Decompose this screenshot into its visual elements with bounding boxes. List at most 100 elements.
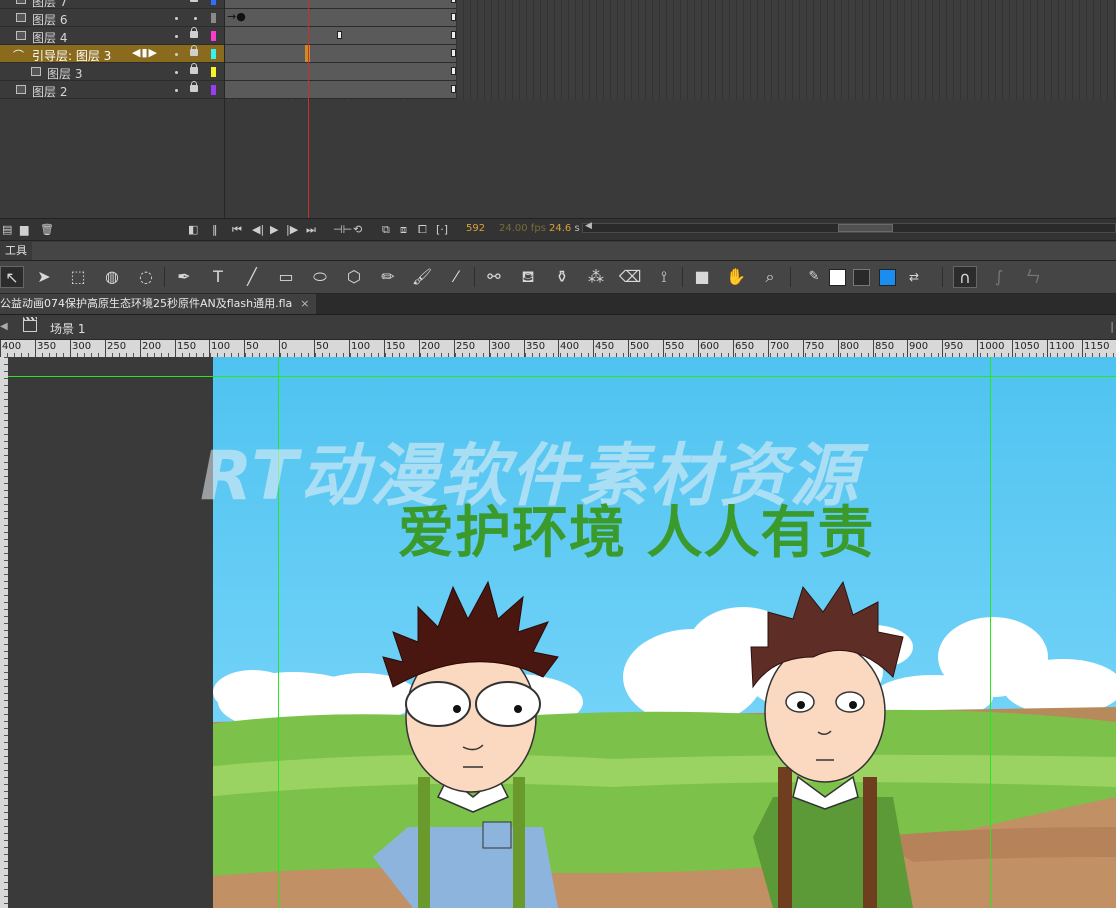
selection-tool-icon[interactable]: ↖ xyxy=(0,266,24,288)
separator xyxy=(682,267,683,287)
lock-icon[interactable] xyxy=(190,81,198,92)
visibility-dot-icon[interactable] xyxy=(175,35,178,38)
layer-depth-icon[interactable]: ‖ xyxy=(212,223,218,236)
layer-color-swatch[interactable] xyxy=(211,13,216,23)
visibility-dot-icon[interactable] xyxy=(175,17,178,20)
current-frame[interactable]: 592 xyxy=(466,223,485,234)
back-arrow-icon[interactable]: ◀ xyxy=(0,321,8,332)
free-transform-tool-icon[interactable]: ⬚ xyxy=(66,266,90,288)
layer-row-2[interactable]: 图层 2 xyxy=(0,81,224,99)
lock-icon[interactable] xyxy=(190,63,198,74)
layer-row-6[interactable]: 图层 6 xyxy=(0,9,224,27)
lock-dot-icon[interactable] xyxy=(194,17,197,20)
edit-multiple-frames-icon[interactable]: ⧠ xyxy=(418,223,427,237)
vertical-ruler[interactable] xyxy=(0,357,8,908)
close-tab-button[interactable]: × xyxy=(300,297,309,310)
layer-color-swatch[interactable] xyxy=(211,31,216,41)
camera-tool-icon[interactable]: ■ xyxy=(690,266,714,288)
smooth-icon[interactable]: ∫ xyxy=(987,266,1011,288)
rectangle-tool-icon[interactable]: ▭ xyxy=(274,266,298,288)
frame-span-layer-4[interactable] xyxy=(225,27,456,45)
ruler-label: 600 xyxy=(700,341,720,352)
frame-span-layer-2[interactable] xyxy=(225,81,456,99)
layer-color-swatch[interactable] xyxy=(211,85,216,95)
frame-span-layer-7[interactable] xyxy=(225,0,456,9)
stroke-color-icon[interactable]: ✎ xyxy=(802,266,826,288)
visibility-dot-icon[interactable] xyxy=(175,53,178,56)
new-folder-icon[interactable]: ▆ xyxy=(20,223,28,236)
layer-color-swatch[interactable] xyxy=(211,0,216,5)
zoom-tool-icon[interactable]: ⌕ xyxy=(758,266,782,288)
bone-tool-icon[interactable]: ⚯ xyxy=(482,266,506,288)
play-icon[interactable]: ▶ xyxy=(270,223,278,236)
eyedropper-tool-icon[interactable]: ⁂ xyxy=(584,266,608,288)
fill-bucket-icon[interactable] xyxy=(853,269,870,286)
paint-bucket-tool-icon[interactable]: ⛾ xyxy=(516,266,540,288)
go-to-last-frame-icon[interactable]: ⏭ xyxy=(306,223,316,237)
width-tool-icon[interactable]: ⟟ xyxy=(652,266,676,288)
lock-icon[interactable] xyxy=(190,0,198,2)
pen-tool-icon[interactable]: ✒ xyxy=(172,266,196,288)
eraser-tool-icon[interactable]: ⌫ xyxy=(618,266,642,288)
swap-colors-icon[interactable]: ⇄ xyxy=(902,266,926,288)
frame-span-layer-3[interactable] xyxy=(225,63,456,81)
layer-row-guide[interactable]: ⌒ 引导层: 图层 3 ◀▮▶ xyxy=(0,45,224,63)
visibility-dot-icon[interactable] xyxy=(175,89,178,92)
frame-span-guide[interactable] xyxy=(225,45,456,63)
timeline-scrollbar[interactable]: ◀ xyxy=(582,221,1116,233)
step-forward-icon[interactable]: |▶ xyxy=(286,223,298,236)
playhead[interactable] xyxy=(308,0,309,218)
lasso-tool-icon[interactable]: ◌ xyxy=(134,266,158,288)
elapsed-time[interactable]: 24.6 s xyxy=(549,223,580,234)
layer-list: 图层 7 图层 6 图层 4 ⌒ 引导层: 图层 3 ◀▮▶ 图层 3 图层 2 xyxy=(0,0,225,218)
paint-brush-tool-icon[interactable]: 🖌 xyxy=(410,266,434,288)
lock-icon[interactable] xyxy=(190,45,198,56)
scene-name[interactable]: 场景 1 xyxy=(50,320,85,337)
onion-skin-icon[interactable]: ⧉ xyxy=(382,223,390,237)
fill-color-swatch[interactable] xyxy=(829,269,846,286)
modify-markers-icon[interactable]: [·] xyxy=(436,223,448,236)
frame-rate[interactable]: 24.00 fps xyxy=(499,223,546,234)
ruler-label: 300 xyxy=(491,341,511,352)
subselection-tool-icon[interactable]: ➤ xyxy=(32,266,56,288)
horizontal-guide[interactable] xyxy=(8,376,1116,377)
step-back-icon[interactable]: ◀| xyxy=(252,223,264,236)
keyframe-marker[interactable] xyxy=(337,31,342,39)
layer-row-3[interactable]: 图层 3 xyxy=(0,63,224,81)
ruler-tick xyxy=(628,340,629,357)
text-tool-icon[interactable]: T xyxy=(206,266,230,288)
go-to-first-frame-icon[interactable]: ⏮ xyxy=(232,223,242,237)
vertical-guide-right[interactable] xyxy=(990,357,991,908)
layer-row-7[interactable]: 图层 7 xyxy=(0,0,224,9)
center-frame-icon[interactable]: ⊣⊢ xyxy=(333,223,352,236)
scrollbar-thumb[interactable] xyxy=(838,224,893,232)
lock-icon[interactable] xyxy=(190,27,198,38)
camera-toggle-icon[interactable]: ◧ xyxy=(188,223,198,236)
pencil-tool-icon[interactable]: ✏ xyxy=(376,266,400,288)
tools-tab[interactable]: 工具 xyxy=(0,242,32,260)
onion-outline-icon[interactable]: ⧈ xyxy=(400,223,407,237)
scroll-left-icon[interactable]: ◀ xyxy=(585,221,592,231)
3d-rotation-tool-icon[interactable]: ◍ xyxy=(100,266,124,288)
brush-tool-icon[interactable]: ⁄ xyxy=(444,266,468,288)
layer-color-swatch[interactable] xyxy=(211,67,216,77)
loop-icon[interactable]: ⟲ xyxy=(353,223,362,236)
polystar-tool-icon[interactable]: ⬡ xyxy=(342,266,366,288)
new-layer-icon[interactable]: ▤ xyxy=(2,223,12,236)
snap-magnet-icon[interactable]: ∩ xyxy=(953,266,977,288)
straighten-icon[interactable]: ㄣ xyxy=(1021,266,1045,288)
hand-tool-icon[interactable]: ✋ xyxy=(724,266,748,288)
accent-fill-swatch[interactable] xyxy=(879,269,896,286)
document-tab[interactable]: 公益动画074保护高原生态环境25秒原件AN及flash通用.fla × xyxy=(0,294,316,314)
playback-arrows-icon[interactable]: ◀▮▶ xyxy=(132,46,158,59)
horizontal-ruler[interactable]: 400 350 300 250 200 150 100 50 0 50 100 150 200 250 30… xyxy=(0,340,1116,358)
delete-layer-icon[interactable]: 🗑 xyxy=(40,223,54,236)
line-tool-icon[interactable]: ╱ xyxy=(240,266,264,288)
oval-tool-icon[interactable]: ⬭ xyxy=(308,266,332,288)
frame-span-layer-6[interactable]: →● xyxy=(225,9,456,27)
visibility-dot-icon[interactable] xyxy=(175,71,178,74)
ruler-label: 1150 xyxy=(1084,341,1110,352)
layer-row-4[interactable]: 图层 4 xyxy=(0,27,224,45)
layer-color-swatch[interactable] xyxy=(211,49,216,59)
ink-bottle-tool-icon[interactable]: ⚱ xyxy=(550,266,574,288)
